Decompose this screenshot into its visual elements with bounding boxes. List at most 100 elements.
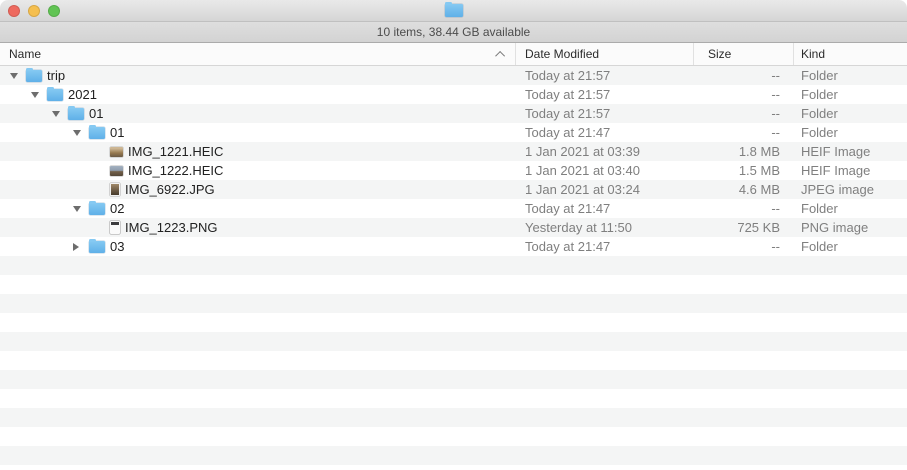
table-row[interactable]: IMG_1221.HEIC 1 Jan 2021 at 03:39 1.8 MB… [0, 142, 907, 161]
folder-icon [89, 127, 105, 139]
disclosure-triangle-icon[interactable] [73, 130, 81, 136]
date-modified-cell: Today at 21:57 [515, 87, 693, 102]
empty-stripe-row [0, 465, 907, 470]
table-row[interactable]: IMG_1222.HEIC 1 Jan 2021 at 03:40 1.5 MB… [0, 161, 907, 180]
column-header-date-modified[interactable]: Date Modified [515, 43, 693, 65]
table-row[interactable]: IMG_6922.JPG 1 Jan 2021 at 03:24 4.6 MB … [0, 180, 907, 199]
kind-cell: Folder [793, 106, 907, 121]
table-row[interactable]: 2021 Today at 21:57 -- Folder [0, 85, 907, 104]
date-modified-cell: Yesterday at 11:50 [515, 220, 693, 235]
kind-cell: Folder [793, 68, 907, 83]
disclosure-triangle-icon[interactable] [52, 111, 60, 117]
size-cell: 1.8 MB [693, 144, 793, 159]
name-cell: IMG_6922.JPG [0, 182, 515, 197]
disclosure-slot [9, 73, 26, 79]
date-modified-cell: Today at 21:47 [515, 239, 693, 254]
name-cell: IMG_1221.HEIC [0, 144, 515, 159]
status-bar: 10 items, 38.44 GB available [0, 22, 907, 43]
disclosure-triangle-icon[interactable] [73, 243, 79, 251]
folder-icon [89, 203, 105, 215]
date-modified-cell: 1 Jan 2021 at 03:40 [515, 163, 693, 178]
disclosure-slot [51, 111, 68, 117]
size-cell: -- [693, 201, 793, 216]
item-name-label: 02 [110, 201, 124, 216]
size-cell: -- [693, 125, 793, 140]
proxy-folder-icon[interactable] [445, 4, 463, 22]
table-row[interactable]: 03 Today at 21:47 -- Folder [0, 237, 907, 256]
kind-cell: HEIF Image [793, 163, 907, 178]
photo-thumbnail-icon [110, 183, 120, 196]
folder-icon [47, 89, 63, 101]
date-modified-cell: Today at 21:47 [515, 125, 693, 140]
empty-stripe-row [0, 256, 907, 275]
item-name-label: 2021 [68, 87, 97, 102]
table-row[interactable]: IMG_1223.PNG Yesterday at 11:50 725 KB P… [0, 218, 907, 237]
column-header-name-label: Name [9, 47, 41, 61]
close-button[interactable] [8, 5, 20, 17]
title-bar[interactable] [0, 0, 907, 22]
disclosure-triangle-icon[interactable] [31, 92, 39, 98]
kind-cell: PNG image [793, 220, 907, 235]
name-cell: 01 [0, 125, 515, 140]
disclosure-slot [72, 243, 89, 251]
disclosure-slot [72, 130, 89, 136]
empty-stripe-row [0, 294, 907, 313]
empty-stripe-row [0, 446, 907, 465]
date-modified-cell: 1 Jan 2021 at 03:39 [515, 144, 693, 159]
disclosure-triangle-icon[interactable] [10, 73, 18, 79]
column-header-size-label: Size [708, 47, 731, 61]
file-list: trip Today at 21:57 -- Folder 2021 Today… [0, 66, 907, 470]
item-name-label: IMG_1222.HEIC [128, 163, 223, 178]
column-header-date-label: Date Modified [525, 47, 599, 61]
column-header-size[interactable]: Size [693, 43, 793, 65]
size-cell: 1.5 MB [693, 163, 793, 178]
kind-cell: Folder [793, 87, 907, 102]
size-cell: 725 KB [693, 220, 793, 235]
empty-stripe-row [0, 427, 907, 446]
disclosure-triangle-icon[interactable] [73, 206, 81, 212]
size-cell: 4.6 MB [693, 182, 793, 197]
folder-icon [89, 241, 105, 253]
table-row[interactable]: 01 Today at 21:57 -- Folder [0, 104, 907, 123]
item-name-label: trip [47, 68, 65, 83]
sort-ascending-chevron-icon [495, 50, 505, 60]
empty-stripe-row [0, 332, 907, 351]
column-header-kind[interactable]: Kind [793, 43, 907, 65]
column-header-name[interactable]: Name [0, 43, 515, 65]
empty-stripe-row [0, 370, 907, 389]
folder-icon [68, 108, 84, 120]
date-modified-cell: Today at 21:57 [515, 106, 693, 121]
zoom-button[interactable] [48, 5, 60, 17]
name-cell: IMG_1222.HEIC [0, 163, 515, 178]
folder-icon [26, 70, 42, 82]
minimize-button[interactable] [28, 5, 40, 17]
column-header-row: Name Date Modified Size Kind [0, 43, 907, 66]
status-text: 10 items, 38.44 GB available [377, 25, 530, 39]
photo-thumbnail-icon [110, 221, 120, 234]
photo-thumbnail-icon [110, 147, 123, 157]
table-row[interactable]: 01 Today at 21:47 -- Folder [0, 123, 907, 142]
size-cell: -- [693, 106, 793, 121]
table-row[interactable]: trip Today at 21:57 -- Folder [0, 66, 907, 85]
kind-cell: Folder [793, 125, 907, 140]
date-modified-cell: Today at 21:47 [515, 201, 693, 216]
empty-stripe-row [0, 389, 907, 408]
photo-thumbnail-icon [110, 166, 123, 176]
name-cell: 2021 [0, 87, 515, 102]
finder-window: 10 items, 38.44 GB available Name Date M… [0, 0, 907, 470]
window-controls [0, 5, 60, 17]
item-name-label: 03 [110, 239, 124, 254]
disclosure-slot [72, 206, 89, 212]
name-cell: 01 [0, 106, 515, 121]
empty-stripe-row [0, 408, 907, 427]
kind-cell: HEIF Image [793, 144, 907, 159]
size-cell: -- [693, 239, 793, 254]
table-row[interactable]: 02 Today at 21:47 -- Folder [0, 199, 907, 218]
kind-cell: Folder [793, 201, 907, 216]
folder-icon [445, 4, 463, 17]
item-name-label: 01 [110, 125, 124, 140]
kind-cell: JPEG image [793, 182, 907, 197]
empty-stripe-row [0, 351, 907, 370]
item-name-label: IMG_1221.HEIC [128, 144, 223, 159]
disclosure-slot [30, 92, 47, 98]
